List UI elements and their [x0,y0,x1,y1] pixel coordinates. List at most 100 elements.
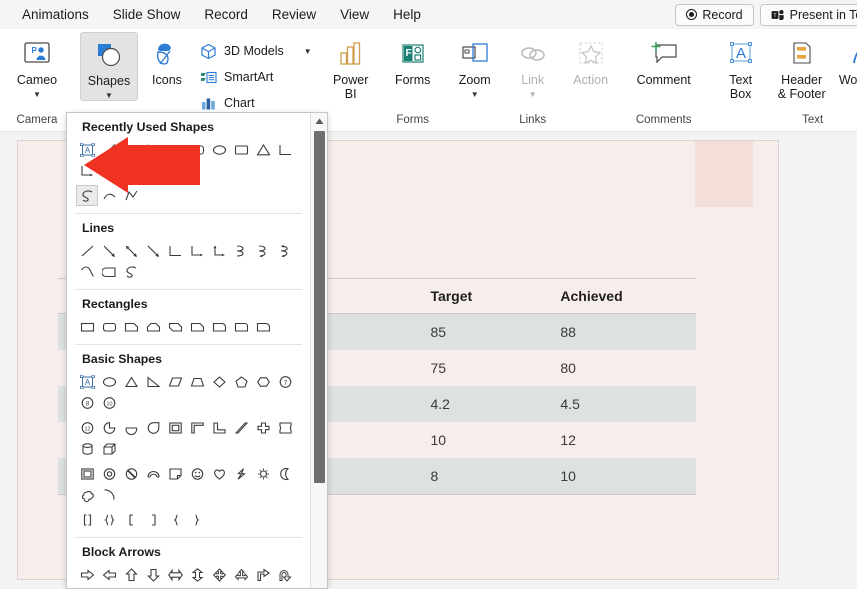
shape-rectangle[interactable] [76,316,98,337]
shape-curve[interactable] [98,185,120,206]
tab-animations[interactable]: Animations [10,3,101,26]
shape-left-right-up-arrow[interactable] [230,564,252,585]
shape-line-arrow[interactable] [120,139,142,160]
shape-elbow-arrow-connector[interactable] [186,240,208,261]
shape-line-double-arrow[interactable] [142,139,164,160]
shape-round-diagonal-corner-rectangle[interactable] [252,316,274,337]
tab-record[interactable]: Record [192,3,260,26]
gallery-scrollbar[interactable] [310,113,327,588]
shape-rounded-rectangle[interactable] [98,316,120,337]
shape-left-right-arrow[interactable] [164,564,186,585]
tab-help[interactable]: Help [381,3,433,26]
shape-elbow-arrow-connector[interactable] [76,160,98,181]
scroll-up-arrow-icon[interactable] [311,113,327,129]
shape-lightning-bolt[interactable] [230,463,252,484]
smartart-button[interactable]: SmartArt [196,65,316,89]
zoom-button[interactable]: Zoom ▼ [446,32,504,99]
shape-isosceles-triangle[interactable] [120,371,142,392]
header-footer-button[interactable]: Header & Footer [770,32,834,101]
shape-hexagon[interactable] [252,371,274,392]
shape-block-arc[interactable] [142,463,164,484]
shape-line[interactable] [98,139,120,160]
shape-parallelogram[interactable] [164,371,186,392]
shape-half-frame[interactable] [186,417,208,438]
shape-folded-corner[interactable] [164,463,186,484]
shape-oval[interactable] [98,371,120,392]
shape-line-double-arrow[interactable] [120,240,142,261]
shape-text-box[interactable]: A [76,371,98,392]
shape-elbow-connector[interactable] [164,240,186,261]
shape-freeform-shape[interactable] [98,261,120,282]
shape-right-triangle[interactable] [142,371,164,392]
shape-bent-arrow[interactable] [252,564,274,585]
shape-moon[interactable] [274,463,296,484]
gallery-scrollbar-thumb[interactable] [314,131,325,483]
shape-pentagon-flag[interactable] [142,160,164,181]
shapes-gallery-dropdown[interactable]: Recently Used Shapes A Lines Rectangles … [66,112,328,589]
shape-right-arrow[interactable] [76,564,98,585]
shape-smiley-face[interactable] [186,463,208,484]
cameo-button[interactable]: P Cameo ▼ [8,32,66,99]
text-box-button[interactable]: A Text Box [712,32,770,101]
shape-rectangle-2[interactable] [230,139,252,160]
shape-frame[interactable] [164,417,186,438]
shape-bent-up-arrow[interactable] [98,585,120,588]
shape-quad-arrow[interactable] [208,564,230,585]
shape-diamond[interactable] [208,371,230,392]
tab-view[interactable]: View [328,3,381,26]
shape-left-brace[interactable] [98,509,120,530]
shape-elbow-connector[interactable] [274,139,296,160]
shape-rectangle[interactable] [164,139,186,160]
shape-teardrop[interactable] [142,417,164,438]
forms-button[interactable]: F Forms [384,32,442,88]
shapes-button[interactable]: Shapes ▼ [80,32,138,101]
shape-line-arrow[interactable] [98,240,120,261]
shape-l-shape[interactable] [208,417,230,438]
shape-cross[interactable] [252,417,274,438]
tab-slide-show[interactable]: Slide Show [101,3,193,26]
shape-right-bracket[interactable] [142,509,164,530]
icons-button[interactable]: Icons [138,32,196,88]
shape-line[interactable] [76,240,98,261]
shape-right-brace[interactable] [186,509,208,530]
shape-down-arrow[interactable] [120,160,142,181]
shape-heptagon[interactable]: 7 [274,371,296,392]
shape-pentagon[interactable] [230,371,252,392]
shape-scribble[interactable] [120,261,142,282]
shape-cloud[interactable] [76,484,98,505]
shape-arc[interactable] [98,484,120,505]
shape-trapezoid[interactable] [186,371,208,392]
shape-decagon[interactable]: 10 [98,392,120,413]
shape-octagon[interactable]: 8 [76,392,98,413]
shape-heart[interactable] [208,463,230,484]
present-in-teams-button[interactable]: T Present in Teams [759,3,857,26]
tab-review[interactable]: Review [260,3,328,26]
shape-text-box[interactable]: A [76,139,98,160]
shape-u-turn-arrow[interactable] [274,564,296,585]
shape-round-same-side-corner-rectangle[interactable] [230,316,252,337]
shape-snip-single-corner-rectangle[interactable] [120,316,142,337]
shape-dodecagon[interactable]: 12 [76,417,98,438]
record-button[interactable]: Record [675,3,754,26]
shape-up-arrow[interactable] [120,564,142,585]
shape-rounded-rectangle[interactable] [186,139,208,160]
shape-double-bracket[interactable] [120,509,142,530]
shape-snip-and-round-single-corner-rectangle[interactable] [186,316,208,337]
shape-pie[interactable] [98,417,120,438]
shape-sun[interactable] [252,463,274,484]
shape-curved-double-arrow[interactable] [274,240,296,261]
shape-elbow-double-arrow[interactable] [208,240,230,261]
comment-button[interactable]: Comment [624,32,704,88]
shape-snip-same-side-corner-rectangle[interactable] [142,316,164,337]
shape-double-brace[interactable] [164,509,186,530]
shape-line-arrow-2[interactable] [142,240,164,261]
shape-left-arrow[interactable] [98,564,120,585]
action-button[interactable]: Action [562,32,620,88]
shape-cube[interactable] [98,438,120,459]
shape-curved-connector[interactable] [230,240,252,261]
shape-scribble[interactable] [76,185,98,206]
shape-diagonal-stripe[interactable] [230,417,252,438]
3d-models-button[interactable]: 3D Models ▼ [196,39,316,63]
shape-chord[interactable] [120,417,142,438]
shape-plaque[interactable] [274,417,296,438]
